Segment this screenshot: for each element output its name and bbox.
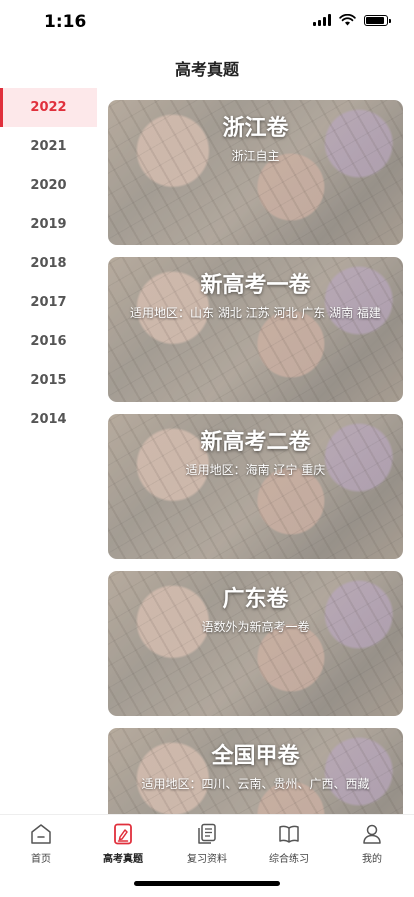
document-icon xyxy=(198,823,216,844)
card-subtitle: 语数外为新高考一卷 xyxy=(201,620,310,634)
sidebar-item-2022[interactable]: 2022 xyxy=(0,88,97,127)
tab-review-materials[interactable]: 复习资料 xyxy=(166,823,248,865)
wifi-icon xyxy=(339,14,356,26)
status-icons xyxy=(313,14,391,26)
page-title: 高考真题 xyxy=(174,60,239,79)
exam-card-new-gaokao-2[interactable]: 新高考二卷 适用地区：海南 辽宁 重庆 xyxy=(108,414,403,559)
status-bar: 1:16 xyxy=(0,0,414,48)
profile-icon xyxy=(363,824,381,844)
tab-label: 高考真题 xyxy=(103,854,143,865)
card-subtitle: 浙江自主 xyxy=(231,149,280,163)
sidebar-item-2018[interactable]: 2018 xyxy=(0,244,97,283)
card-title: 新高考一卷 xyxy=(200,273,311,298)
card-title: 广东卷 xyxy=(222,587,289,612)
tab-label: 综合练习 xyxy=(269,854,309,865)
card-title: 浙江卷 xyxy=(222,116,289,141)
year-sidebar: 2022 2021 2020 2019 2018 2017 2016 2015 … xyxy=(0,88,97,439)
signal-icon xyxy=(313,14,331,26)
card-subtitle: 适用地区：海南 辽宁 重庆 xyxy=(185,463,326,477)
sidebar-item-2017[interactable]: 2017 xyxy=(0,283,97,322)
tab-label: 复习资料 xyxy=(187,854,227,865)
home-icon xyxy=(31,824,51,844)
sidebar-item-2019[interactable]: 2019 xyxy=(0,205,97,244)
exam-card-guangdong[interactable]: 广东卷 语数外为新高考一卷 xyxy=(108,571,403,716)
card-subtitle: 适用地区：四川、云南、贵州、广西、西藏 xyxy=(141,777,370,791)
card-title: 全国甲卷 xyxy=(211,744,300,769)
tab-practice[interactable]: 综合练习 xyxy=(248,823,330,865)
card-title: 新高考二卷 xyxy=(200,430,311,455)
tab-profile[interactable]: 我的 xyxy=(331,823,413,865)
tab-exam-papers[interactable]: 高考真题 xyxy=(82,823,164,865)
status-time: 1:16 xyxy=(44,12,87,32)
book-icon xyxy=(279,825,299,843)
sidebar-item-2014[interactable]: 2014 xyxy=(0,400,97,439)
battery-icon xyxy=(364,14,391,26)
card-subtitle: 适用地区：山东 湖北 江苏 河北 广东 湖南 福建 xyxy=(130,306,381,320)
home-indicator xyxy=(134,881,280,886)
sidebar-item-2015[interactable]: 2015 xyxy=(0,361,97,400)
tab-home[interactable]: 首页 xyxy=(0,823,82,865)
tab-label: 首页 xyxy=(31,854,51,865)
exam-card-zhejiang[interactable]: 浙江卷 浙江自主 xyxy=(108,100,403,245)
sidebar-item-2021[interactable]: 2021 xyxy=(0,127,97,166)
exam-paper-icon xyxy=(114,823,132,845)
exam-card-new-gaokao-1[interactable]: 新高考一卷 适用地区：山东 湖北 江苏 河北 广东 湖南 福建 xyxy=(108,257,403,402)
tab-label: 我的 xyxy=(362,854,382,865)
sidebar-item-2016[interactable]: 2016 xyxy=(0,322,97,361)
sidebar-item-2020[interactable]: 2020 xyxy=(0,166,97,205)
exam-card-national-a[interactable]: 全国甲卷 适用地区：四川、云南、贵州、广西、西藏 xyxy=(108,728,403,814)
exam-card-list: 浙江卷 浙江自主 新高考一卷 适用地区：山东 湖北 江苏 河北 广东 湖南 福建… xyxy=(108,100,403,814)
